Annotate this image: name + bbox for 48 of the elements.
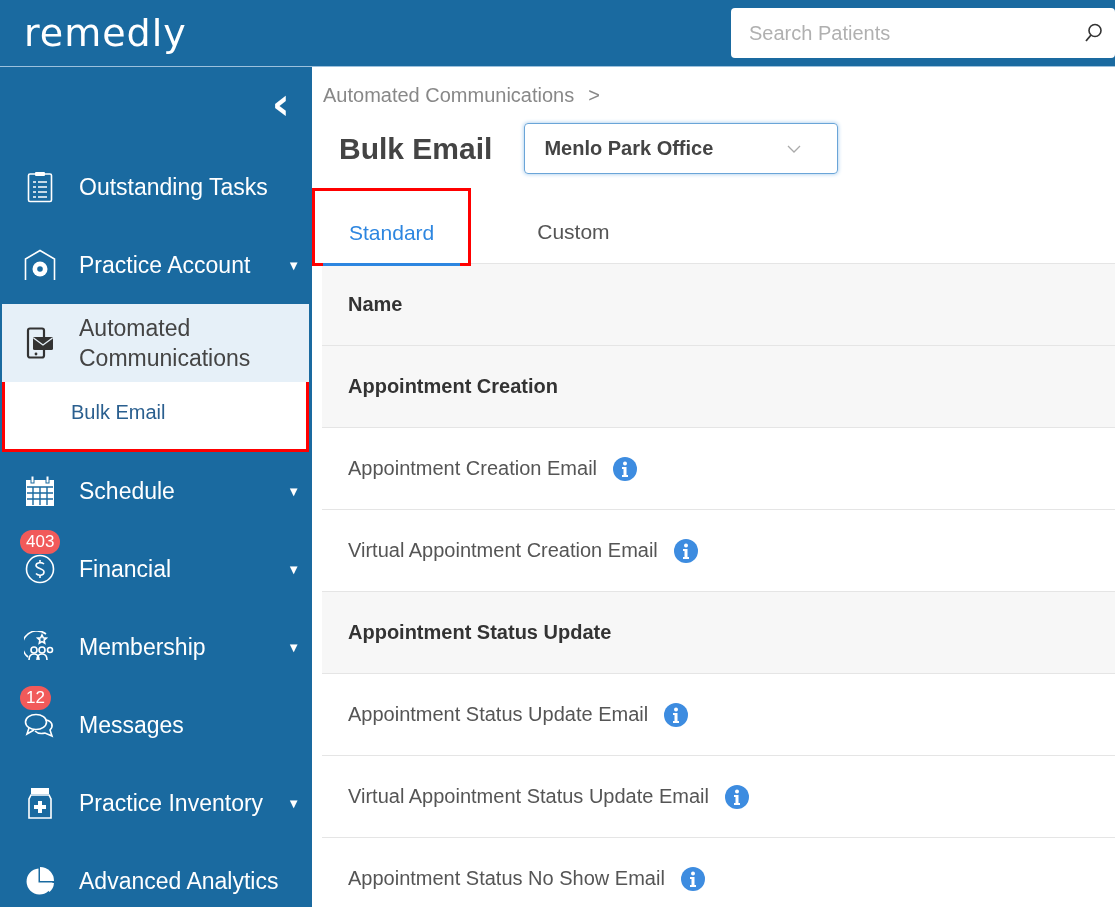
- breadcrumb-separator: >: [588, 84, 600, 107]
- count-badge: 12: [20, 686, 51, 710]
- nav-item[interactable]: 403 Financial ▼: [0, 530, 312, 608]
- table-cell[interactable]: Appointment Creation Email: [348, 457, 597, 480]
- nav-item[interactable]: Membership ▼: [0, 608, 312, 686]
- members-icon: [24, 631, 56, 663]
- search-icon: [1085, 23, 1103, 43]
- account-icon: [24, 249, 56, 281]
- pie-icon: [25, 866, 55, 896]
- caret-icon: ▼: [287, 561, 300, 577]
- info-icon[interactable]: [673, 538, 698, 563]
- dollar-icon: [25, 554, 55, 584]
- caret-icon: ▼: [287, 795, 300, 811]
- group-heading: Appointment Status Update: [348, 621, 612, 644]
- page-title: Bulk Email: [339, 131, 493, 166]
- tab[interactable]: Custom: [511, 200, 636, 263]
- caret-icon: ▼: [287, 257, 300, 273]
- group-heading: Appointment Creation: [348, 375, 558, 398]
- info-icon[interactable]: [664, 702, 689, 727]
- info-icon[interactable]: [680, 866, 705, 891]
- nav-item[interactable]: Outstanding Tasks: [0, 148, 312, 226]
- table-cell[interactable]: Appointment Status No Show Email: [348, 867, 665, 890]
- info-icon[interactable]: [724, 784, 749, 809]
- nav-item[interactable]: Automated Communications: [2, 304, 309, 382]
- breadcrumb-link[interactable]: Automated Communications: [323, 84, 575, 107]
- search-field[interactable]: Search Patients: [731, 8, 1115, 58]
- nav-item[interactable]: Practice Account ▼: [0, 226, 312, 304]
- table-cell[interactable]: Appointment Status Update Email: [348, 703, 649, 726]
- nav-item[interactable]: 12 Messages: [0, 686, 312, 764]
- count-badge: 403: [20, 530, 61, 554]
- chevron-icon: [787, 144, 802, 153]
- caret-icon: ▼: [287, 483, 300, 499]
- nav-item[interactable]: Advanced Analytics: [0, 842, 312, 907]
- nav-item[interactable]: Practice Inventory ▼: [0, 764, 312, 842]
- collapse-button[interactable]: ‹: [271, 81, 290, 126]
- info-icon[interactable]: [613, 456, 637, 481]
- calendar-icon: [25, 475, 55, 507]
- table-cell[interactable]: Virtual Appointment Creation Email: [348, 539, 658, 562]
- table-cell[interactable]: Virtual Appointment Status Update Email: [348, 785, 709, 808]
- caret-icon: ▼: [287, 639, 300, 655]
- location-dropdown[interactable]: Menlo Park Office: [524, 123, 839, 174]
- logo: remedly: [24, 11, 187, 55]
- nav-item[interactable]: Schedule ▼: [0, 452, 312, 530]
- tasks-icon: [27, 171, 53, 203]
- phone-mail-icon: [26, 327, 54, 359]
- jar-icon: [27, 787, 53, 819]
- column-header: Name: [348, 293, 403, 316]
- nav-subitem[interactable]: Bulk Email: [2, 382, 309, 452]
